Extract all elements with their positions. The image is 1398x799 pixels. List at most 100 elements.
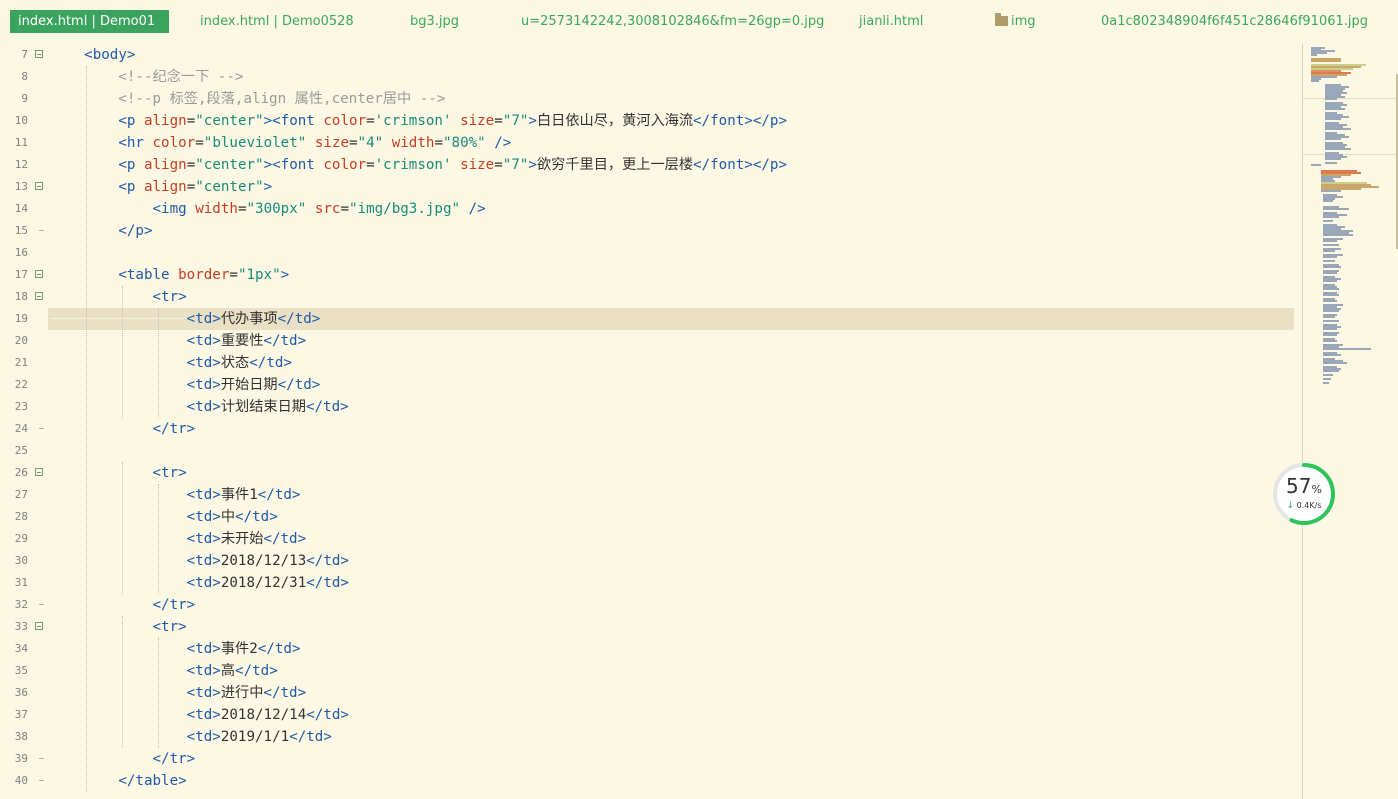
code-line[interactable]: 39 </tr>: [0, 748, 1300, 770]
code-text[interactable]: <td>2018/12/14</td>: [50, 704, 349, 726]
code-text[interactable]: <img width="300px" src="img/bg3.jpg" />: [50, 198, 486, 220]
code-token: "80%": [442, 135, 486, 151]
tab-jianli-html[interactable]: jianli.html: [859, 10, 923, 33]
code-line[interactable]: 21 <td>状态</td>: [0, 352, 1300, 374]
code-text[interactable]: <p align="center"><font color='crimson' …: [50, 154, 787, 176]
code-text[interactable]: <tr>: [50, 462, 187, 484]
code-text[interactable]: </table>: [50, 770, 186, 792]
code-line[interactable]: 27 <td>事件1</td>: [0, 484, 1300, 506]
minimap-code-line: [1323, 334, 1337, 336]
code-line[interactable]: 20 <td>重要性</td>: [0, 330, 1300, 352]
code-line[interactable]: 23 <td>计划结束日期</td>: [0, 396, 1300, 418]
code-line[interactable]: 25: [0, 440, 1300, 462]
code-line[interactable]: 31 <td>2018/12/31</td>: [0, 572, 1300, 594]
code-line[interactable]: 14 <img width="300px" src="img/bg3.jpg" …: [0, 198, 1300, 220]
code-line[interactable]: 40 </table>: [0, 770, 1300, 792]
code-text[interactable]: <td>代办事项</td>: [50, 308, 321, 330]
code-text[interactable]: <td>2018/12/13</td>: [50, 550, 349, 572]
code-token: "img/bg3.jpg": [349, 201, 461, 217]
tab-bg3-jpg[interactable]: bg3.jpg: [410, 10, 459, 33]
tab-index-demo0528[interactable]: index.html | Demo0528: [200, 10, 354, 33]
code-line[interactable]: 26 <tr>: [0, 462, 1300, 484]
code-line[interactable]: 32 </tr>: [0, 594, 1300, 616]
code-line[interactable]: 29 <td>未开始</td>: [0, 528, 1300, 550]
code-line[interactable]: 17 <table border="1px">: [0, 264, 1300, 286]
code-text[interactable]: <tr>: [50, 616, 187, 638]
code-text[interactable]: <td>进行中</td>: [50, 682, 306, 704]
code-token: <td>: [186, 487, 221, 503]
code-line[interactable]: 7 <body>: [0, 44, 1300, 66]
code-text[interactable]: </tr>: [50, 594, 196, 616]
code-line[interactable]: 34 <td>事件2</td>: [0, 638, 1300, 660]
code-line[interactable]: 19 <td>代办事项</td>: [0, 308, 1300, 330]
code-text[interactable]: <td>计划结束日期</td>: [50, 396, 349, 418]
minimap-viewport[interactable]: [1303, 98, 1398, 155]
code-text[interactable]: <p align="center"><font color='crimson' …: [50, 110, 787, 132]
code-text[interactable]: <td>开始日期</td>: [50, 374, 321, 396]
code-token: 状态: [220, 355, 250, 371]
code-line[interactable]: 38 <td>2019/1/1</td>: [0, 726, 1300, 748]
code-line[interactable]: 35 <td>高</td>: [0, 660, 1300, 682]
code-line[interactable]: 15 </p>: [0, 220, 1300, 242]
code-line[interactable]: 11 <hr color="blueviolet" size="4" width…: [0, 132, 1300, 154]
fold-toggle-icon[interactable]: [35, 270, 43, 278]
code-token: color: [323, 113, 367, 129]
code-token: </tr>: [152, 421, 196, 437]
code-line[interactable]: 37 <td>2018/12/14</td>: [0, 704, 1300, 726]
fold-toggle-icon[interactable]: [35, 292, 43, 300]
code-text[interactable]: <td>重要性</td>: [50, 330, 306, 352]
code-text[interactable]: <td>事件1</td>: [50, 484, 301, 506]
code-line[interactable]: 24 </tr>: [0, 418, 1300, 440]
code-text[interactable]: <td>未开始</td>: [50, 528, 306, 550]
code-text[interactable]: </tr>: [50, 748, 196, 770]
code-token: </td>: [289, 729, 332, 745]
code-text[interactable]: <td>事件2</td>: [50, 638, 301, 660]
fold-toggle-icon[interactable]: [35, 622, 43, 630]
code-text[interactable]: </tr>: [50, 418, 196, 440]
network-speed-widget[interactable]: 57% ↓ 0.4K/s: [1270, 460, 1338, 528]
code-text[interactable]: <td>2018/12/31</td>: [50, 572, 349, 594]
code-editor[interactable]: 7 <body> 8 <!--纪念一下 --> 9 <!--p 标签,段落,alig…: [0, 44, 1300, 799]
code-line[interactable]: 36 <td>进行中</td>: [0, 682, 1300, 704]
minimap-code-line: [1323, 234, 1353, 236]
code-line[interactable]: 30 <td>2018/12/13</td>: [0, 550, 1300, 572]
tab-img-folder[interactable]: img: [995, 10, 1036, 33]
code-line[interactable]: 22 <td>开始日期</td>: [0, 374, 1300, 396]
fold-toggle-icon[interactable]: [35, 50, 43, 58]
code-text[interactable]: <tr>: [50, 286, 187, 308]
indent-guide: [86, 66, 87, 792]
code-token: </td>: [305, 399, 349, 415]
tab-index-demo01[interactable]: index.html | Demo01: [10, 10, 170, 33]
tab-0a1c-jpg[interactable]: 0a1c802348904f6f451c28646f91061.jpg: [1101, 10, 1368, 33]
minimap-code-line: [1325, 162, 1337, 164]
fold-toggle-icon[interactable]: [35, 468, 43, 476]
tab-u-image-jpg[interactable]: u=2573142242,3008102846&fm=26gp=0.jpg: [521, 10, 824, 33]
code-line[interactable]: 13 <p align="center">: [0, 176, 1300, 198]
code-text[interactable]: <hr color="blueviolet" size="4" width="8…: [50, 132, 511, 154]
code-text[interactable]: </p>: [50, 220, 152, 242]
code-text[interactable]: <!--p 标签,段落,align 属性,center居中 -->: [50, 88, 445, 110]
minimap[interactable]: [1302, 44, 1398, 799]
fold-toggle-icon[interactable]: [35, 182, 43, 190]
code-line[interactable]: 10 <p align="center"><font color='crimso…: [0, 110, 1300, 132]
code-line[interactable]: 8 <!--纪念一下 -->: [0, 66, 1300, 88]
line-number: 18: [14, 290, 28, 303]
code-line[interactable]: 9 <!--p 标签,段落,align 属性,center居中 -->: [0, 88, 1300, 110]
code-line[interactable]: 12 <p align="center"><font color='crimso…: [0, 154, 1300, 176]
code-line[interactable]: 16: [0, 242, 1300, 264]
code-token: =: [186, 113, 196, 129]
code-line[interactable]: 18 <tr>: [0, 286, 1300, 308]
code-text[interactable]: <td>2019/1/1</td>: [50, 726, 332, 748]
code-line[interactable]: 28 <td>中</td>: [0, 506, 1300, 528]
code-line[interactable]: 33 <tr>: [0, 616, 1300, 638]
code-text[interactable]: <!--纪念一下 -->: [50, 66, 243, 88]
code-text[interactable]: <td>中</td>: [50, 506, 278, 528]
tab-bar: index.html | Demo01 index.html | Demo052…: [0, 0, 1398, 41]
minimap-code-line: [1323, 280, 1337, 282]
code-text[interactable]: <p align="center">: [50, 176, 272, 198]
code-text[interactable]: <body>: [50, 44, 135, 66]
code-text[interactable]: <td>高</td>: [50, 660, 278, 682]
line-number: 9: [21, 92, 28, 105]
